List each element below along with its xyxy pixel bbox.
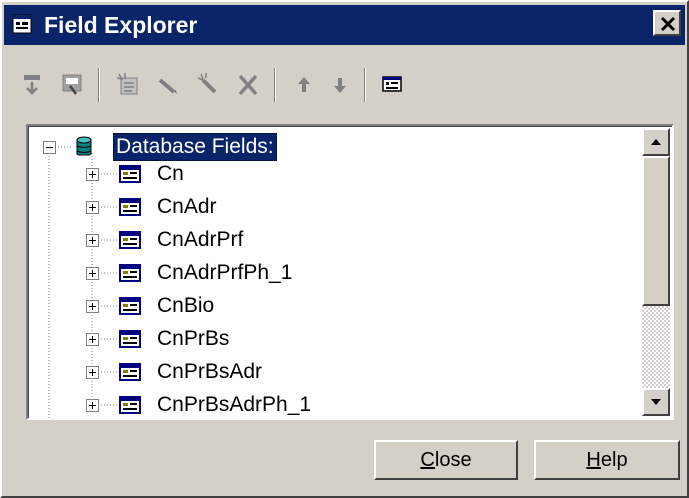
tree-item-label: Cn <box>157 162 184 185</box>
tree-item-label: CnAdr <box>157 195 217 218</box>
close-label-rest: lose <box>434 449 472 471</box>
tree-item[interactable]: CnPrBsAdrPh_1 <box>29 393 629 418</box>
tree-item[interactable]: CnAdrPrf <box>29 228 629 260</box>
move-down-icon[interactable] <box>326 70 354 98</box>
arrow-down-icon <box>651 399 661 405</box>
tree-item-label: CnAdrPrfPh_1 <box>157 261 293 284</box>
tree-item-label: CnAdrPrf <box>157 228 244 251</box>
tree-item[interactable]: CnPrBs <box>29 327 629 359</box>
toolbar-separator <box>274 68 276 102</box>
tree-root-row[interactable]: Database Fields: <box>29 133 629 161</box>
tree-item[interactable]: CnAdr <box>29 195 629 227</box>
help-label-rest: elp <box>600 449 628 471</box>
table-icon <box>119 297 141 315</box>
scroll-up-button[interactable] <box>642 128 670 156</box>
arrow-up-icon <box>651 139 661 145</box>
field-tree[interactable]: Database Fields: Cn CnAdr CnAdrPrf CnAdrPrf… <box>26 124 674 420</box>
expand-icon[interactable] <box>86 234 99 247</box>
rename-field-icon[interactable] <box>194 70 222 98</box>
table-icon <box>119 330 141 348</box>
expand-icon[interactable] <box>86 333 99 346</box>
toolbar-separator <box>98 68 100 102</box>
help-button[interactable]: Help <box>534 440 680 480</box>
field-explorer-icon <box>12 14 32 34</box>
insert-field-icon[interactable] <box>18 70 46 98</box>
expand-icon[interactable] <box>86 267 99 280</box>
expand-icon[interactable] <box>86 399 99 412</box>
expand-icon[interactable] <box>86 366 99 379</box>
toolbar-separator <box>364 68 366 102</box>
vertical-scrollbar[interactable] <box>642 128 670 416</box>
tree-item-label: CnPrBsAdr <box>157 360 263 383</box>
tree-item-label: CnBio <box>157 294 215 317</box>
tree-item[interactable]: CnAdrPrfPh_1 <box>29 261 629 293</box>
table-icon <box>119 231 141 249</box>
delete-field-icon[interactable] <box>234 70 262 98</box>
close-icon <box>660 16 676 32</box>
new-field-icon[interactable] <box>114 70 142 98</box>
database-icon <box>76 136 92 156</box>
title-bar[interactable]: Field Explorer <box>4 5 685 45</box>
properties-icon[interactable] <box>378 70 406 98</box>
tree-item-label: CnPrBs <box>157 327 230 350</box>
close-window-button[interactable] <box>653 10 681 36</box>
tree-item[interactable]: Cn <box>29 162 629 194</box>
edit-field-icon[interactable] <box>154 70 182 98</box>
help-accel: H <box>586 449 601 471</box>
table-icon <box>119 165 141 183</box>
browse-field-icon[interactable] <box>58 70 86 98</box>
tree-item[interactable]: CnBio <box>29 294 629 326</box>
field-explorer-window: Field Explorer Database Fields: Cn CnAdr… <box>0 0 689 498</box>
expand-icon[interactable] <box>86 300 99 313</box>
table-icon <box>119 363 141 381</box>
scroll-thumb[interactable] <box>642 156 670 306</box>
close-accel: C <box>420 449 435 471</box>
tree-root-label: Database Fields: <box>113 133 277 161</box>
toolbar <box>18 64 678 104</box>
table-icon <box>119 198 141 216</box>
tree-item[interactable]: CnPrBsAdr <box>29 360 629 392</box>
scroll-down-button[interactable] <box>642 388 670 416</box>
table-icon <box>119 396 141 414</box>
expand-icon[interactable] <box>86 201 99 214</box>
move-up-icon[interactable] <box>290 70 318 98</box>
tree-item-label: CnPrBsAdrPh_1 <box>157 393 312 416</box>
expand-icon[interactable] <box>86 168 99 181</box>
collapse-icon[interactable] <box>43 141 56 154</box>
window-title: Field Explorer <box>44 12 198 38</box>
table-icon <box>119 264 141 282</box>
scroll-track[interactable] <box>642 306 670 388</box>
close-button[interactable]: Close <box>374 440 518 480</box>
